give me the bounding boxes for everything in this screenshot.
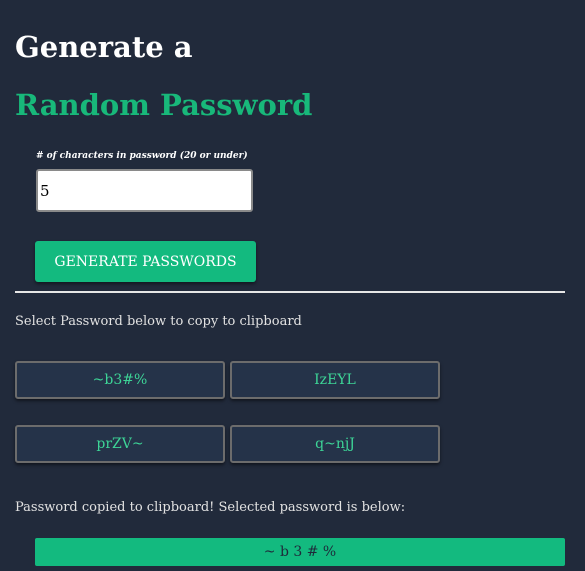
password-length-label: # of characters in password (20 or under… bbox=[36, 151, 248, 161]
selected-password-display: ~ b 3 # % bbox=[35, 538, 565, 566]
password-option-button[interactable]: prZV~ bbox=[15, 425, 225, 463]
copy-instruction-text: Select Password below to copy to clipboa… bbox=[15, 314, 302, 329]
password-length-input[interactable] bbox=[36, 169, 253, 212]
divider bbox=[15, 291, 565, 293]
page-title-line-1: Generate a bbox=[15, 30, 193, 64]
password-option-button[interactable]: q~njJ bbox=[230, 425, 440, 463]
generate-passwords-button[interactable]: GENERATE PASSWORDS bbox=[35, 241, 256, 282]
password-option-button[interactable]: IzEYL bbox=[230, 361, 440, 399]
password-option-button[interactable]: ~b3#% bbox=[15, 361, 225, 399]
page-title-line-2: Random Password bbox=[15, 88, 313, 122]
copied-confirmation-text: Password copied to clipboard! Selected p… bbox=[15, 500, 406, 515]
